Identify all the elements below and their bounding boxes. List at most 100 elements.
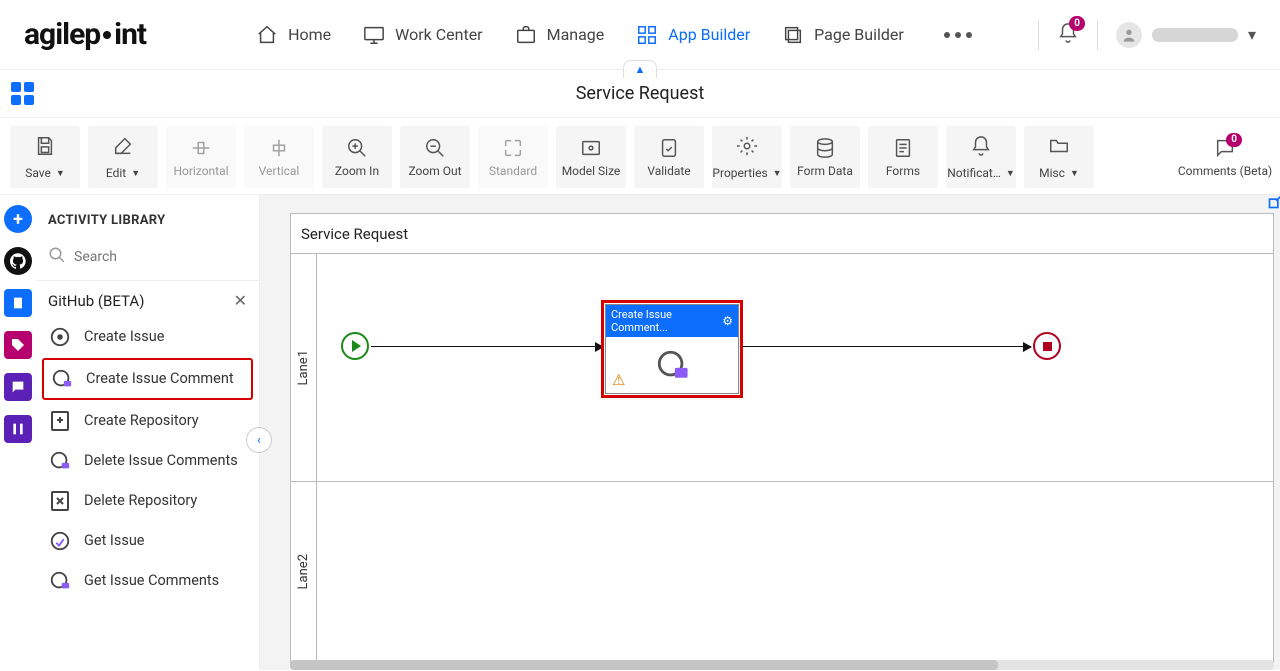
chevron-down-icon: ▼ [56,168,65,179]
notifications-button[interactable]: Notificat…▼ [946,126,1016,188]
nav-manage-label: Manage [547,25,605,44]
forms-button[interactable]: Forms [868,126,938,188]
swimlanes: Lane1 Create Issue Comment... ⚙ ⚠ [291,254,1273,663]
main-nav: Home Work Center Manage App Builder Page… [256,24,972,46]
zoom-in-button[interactable]: Zoom In [322,126,392,188]
activity-label: Create Issue [84,329,164,346]
brand-logo: agilep int [24,17,146,52]
activity-create-issue[interactable]: Create Issue [42,318,253,356]
standard-label: Standard [489,165,537,177]
bell-badge: 0 [1069,16,1085,31]
task-header: Create Issue Comment... ⚙ [606,305,738,337]
apps-switcher[interactable] [4,76,40,112]
brand-text-2: int [114,17,146,52]
form-data-button[interactable]: Form Data [790,126,860,188]
activity-search-input[interactable] [74,249,252,265]
nav-page-builder[interactable]: Page Builder [782,24,904,46]
canvas-title: Service Request [291,214,1273,254]
activity-list: Create Issue Create Issue Comment Create… [36,316,259,602]
rail-chat-button[interactable] [4,373,32,401]
folder-icon [1048,135,1070,157]
nav-more[interactable] [944,32,972,38]
brand-text-1: agilep [24,17,100,52]
activity-label: Get Issue Comments [84,573,219,590]
rail-clipboard-button[interactable] [4,289,32,317]
flow-arrow-1 [371,346,603,347]
flow-arrow-2 [743,346,1031,347]
save-label: Save [25,167,51,179]
toolbar: Save▼ Edit▼ Horizontal Vertical Zoom In … [0,118,1280,195]
issue-get-icon [48,529,72,553]
activity-create-issue-comment[interactable]: Create Issue Comment [42,358,253,400]
activity-label: Delete Issue Comments [84,453,238,470]
activity-label: Create Repository [84,413,199,430]
start-node[interactable] [341,332,369,360]
model-size-button[interactable]: Model Size [556,126,626,188]
canvas-horizontal-scrollbar[interactable] [290,660,1274,670]
chevron-down-icon: ▼ [1070,168,1079,179]
vertical-button: Vertical [244,126,314,188]
activity-get-issue-comments[interactable]: Get Issue Comments [42,562,253,600]
notifications-label: Notificat… [947,167,1001,179]
zoom-in-label: Zoom In [335,165,379,177]
close-icon[interactable]: ✕ [234,291,247,310]
rail-github-button[interactable] [4,247,32,275]
save-icon [34,135,56,157]
validate-label: Validate [647,165,690,177]
nav-home[interactable]: Home [256,24,331,46]
lane-1-label: Lane1 [291,254,317,481]
home-icon [256,24,278,46]
nav-work-center[interactable]: Work Center [363,24,482,46]
save-button[interactable]: Save ▼ [10,126,80,188]
zoom-in-icon [346,137,368,159]
validate-button[interactable]: Validate [634,126,704,188]
edit-button[interactable]: Edit▼ [88,126,158,188]
activity-label: Create Issue Comment [86,371,234,388]
expand-icon[interactable] [1266,195,1280,211]
rail-add-button[interactable]: + [4,205,32,233]
standard-button: Standard [478,126,548,188]
zoom-out-icon [424,137,446,159]
task-body: ⚠ [606,337,738,393]
lane-1[interactable]: Lane1 Create Issue Comment... ⚙ ⚠ [291,254,1273,482]
rail-columns-button[interactable] [4,415,32,443]
collapse-tab[interactable]: ▲ [623,60,657,78]
canvas-area[interactable]: Service Request Lane1 Create Issue Comme… [260,195,1280,670]
nav-manage[interactable]: Manage [515,24,605,46]
gear-icon [736,135,758,157]
search-icon [48,246,66,268]
bell-icon [970,135,992,157]
left-rail: + [0,195,36,670]
rail-tag-button[interactable] [4,331,32,359]
activity-create-repository[interactable]: Create Repository [42,402,253,440]
gear-icon[interactable]: ⚙ [722,314,733,328]
panel-collapse-handle[interactable]: ‹ [246,427,272,453]
notifications-bell[interactable]: 0 [1057,22,1079,48]
activity-delete-issue-comments[interactable]: Delete Issue Comments [42,442,253,480]
properties-button[interactable]: Properties▼ [712,126,782,188]
activity-delete-repository[interactable]: Delete Repository [42,482,253,520]
misc-button[interactable]: Misc▼ [1024,126,1094,188]
activity-label: Get Issue [84,533,145,550]
task-create-issue-comment[interactable]: Create Issue Comment... ⚙ ⚠ [601,300,743,398]
zoom-out-button[interactable]: Zoom Out [400,126,470,188]
end-node[interactable] [1033,332,1061,360]
grid-icon [636,24,658,46]
activity-group-header: GitHub (BETA) ✕ [36,281,259,316]
activity-get-issue[interactable]: Get Issue [42,522,253,560]
activity-search-row [36,242,259,281]
nav-work-center-label: Work Center [395,25,482,44]
process-canvas[interactable]: Service Request Lane1 Create Issue Comme… [290,213,1274,664]
issue-comment-icon [50,367,74,391]
activity-label: Delete Repository [84,493,197,510]
nav-app-builder[interactable]: App Builder [636,24,750,46]
lane-2[interactable]: Lane2 [291,482,1273,663]
divider [1097,20,1098,50]
user-menu[interactable]: ▾ [1116,22,1256,48]
comments-button[interactable]: 0 Comments (Beta) [1180,126,1270,188]
nav-app-builder-label: App Builder [668,25,750,44]
copy-icon [782,24,804,46]
horizontal-label: Horizontal [173,165,228,177]
scrollbar-thumb[interactable] [290,660,998,670]
forms-label: Forms [886,165,920,177]
